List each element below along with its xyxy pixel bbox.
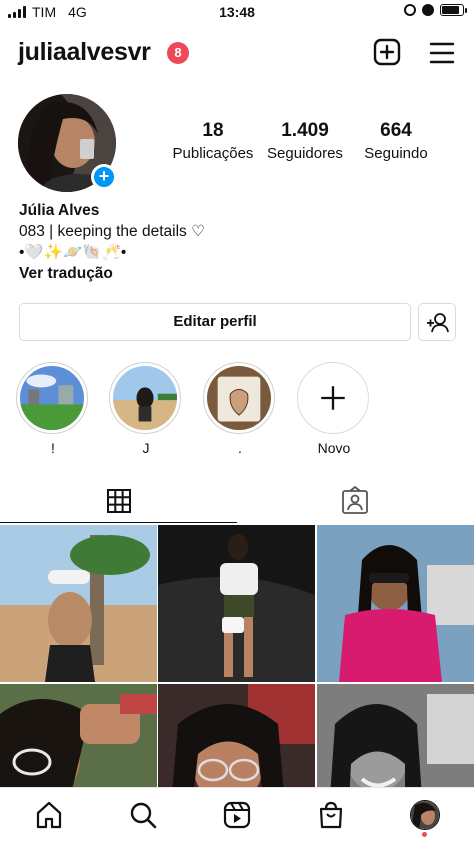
menu-icon[interactable] bbox=[428, 40, 456, 66]
highlight-label: J bbox=[142, 440, 150, 456]
stat-following[interactable]: 664 Seguindo bbox=[358, 120, 434, 162]
notification-dot bbox=[422, 832, 427, 837]
discover-people-button[interactable] bbox=[418, 303, 456, 341]
tagged-icon bbox=[342, 485, 368, 514]
reels-icon[interactable] bbox=[222, 800, 252, 830]
posts-label: Publicações bbox=[172, 145, 254, 162]
stat-posts[interactable]: 18 Publicações bbox=[172, 120, 254, 162]
search-icon[interactable] bbox=[128, 800, 158, 830]
bio-line-1: 083 | keeping the details ♡ bbox=[19, 223, 205, 240]
highlight-item[interactable]: . bbox=[203, 362, 277, 456]
status-bar: TIM 4G 13:48 bbox=[0, 0, 474, 26]
post-thumbnail[interactable] bbox=[158, 525, 315, 682]
add-story-button[interactable]: + bbox=[91, 164, 117, 190]
display-name: Júlia Alves bbox=[19, 202, 100, 219]
post-thumbnail[interactable] bbox=[317, 684, 474, 787]
add-person-icon bbox=[427, 313, 449, 333]
tab-tagged[interactable] bbox=[237, 485, 474, 524]
profile-avatar[interactable] bbox=[410, 800, 440, 830]
profile-avatar-container[interactable]: + bbox=[18, 94, 118, 194]
following-label: Seguindo bbox=[364, 145, 428, 162]
highlight-label: Novo bbox=[317, 440, 351, 456]
highlight-cover bbox=[207, 366, 271, 430]
plus-icon bbox=[321, 386, 345, 410]
grid-icon bbox=[107, 489, 131, 513]
highlight-cover bbox=[20, 366, 84, 430]
edit-profile-button[interactable]: Editar perfil bbox=[19, 303, 411, 341]
stat-followers[interactable]: 1.409 Seguidores bbox=[262, 120, 348, 162]
active-tab-indicator bbox=[0, 522, 237, 523]
post-thumbnail[interactable] bbox=[0, 525, 157, 682]
highlight-label: ! bbox=[51, 440, 55, 456]
new-highlight-button[interactable]: Novo bbox=[297, 362, 371, 456]
following-count: 664 bbox=[380, 120, 412, 141]
notification-badge[interactable]: 8 bbox=[167, 42, 189, 64]
shop-icon[interactable] bbox=[316, 800, 346, 830]
battery-icon bbox=[440, 4, 467, 16]
post-thumbnail[interactable] bbox=[317, 525, 474, 682]
alarm-icon bbox=[422, 4, 434, 16]
post-thumbnail[interactable] bbox=[158, 684, 315, 787]
translate-link[interactable]: Ver tradução bbox=[19, 263, 205, 284]
bottom-nav bbox=[0, 787, 474, 842]
rotation-lock-icon bbox=[404, 4, 416, 16]
highlight-cover bbox=[113, 366, 177, 430]
highlight-item[interactable]: ! bbox=[16, 362, 90, 456]
bio-line-2: •🤍✨🪐🐚🥂• bbox=[19, 244, 127, 261]
posts-count: 18 bbox=[202, 120, 224, 141]
add-post-icon[interactable] bbox=[373, 38, 401, 66]
profile-header: juliaalvesvr 8 bbox=[0, 36, 474, 72]
username[interactable]: juliaalvesvr bbox=[18, 38, 151, 67]
clock: 13:48 bbox=[219, 4, 255, 20]
profile-bio: Júlia Alves 083 | keeping the details ♡ … bbox=[19, 200, 205, 284]
home-icon[interactable] bbox=[34, 800, 64, 830]
followers-count: 1.409 bbox=[281, 120, 329, 141]
highlight-label: . bbox=[238, 440, 242, 456]
followers-label: Seguidores bbox=[267, 145, 343, 162]
post-thumbnail[interactable] bbox=[0, 684, 157, 787]
tab-grid[interactable] bbox=[0, 486, 237, 524]
posts-grid bbox=[0, 525, 474, 787]
highlight-item[interactable]: J bbox=[109, 362, 183, 456]
